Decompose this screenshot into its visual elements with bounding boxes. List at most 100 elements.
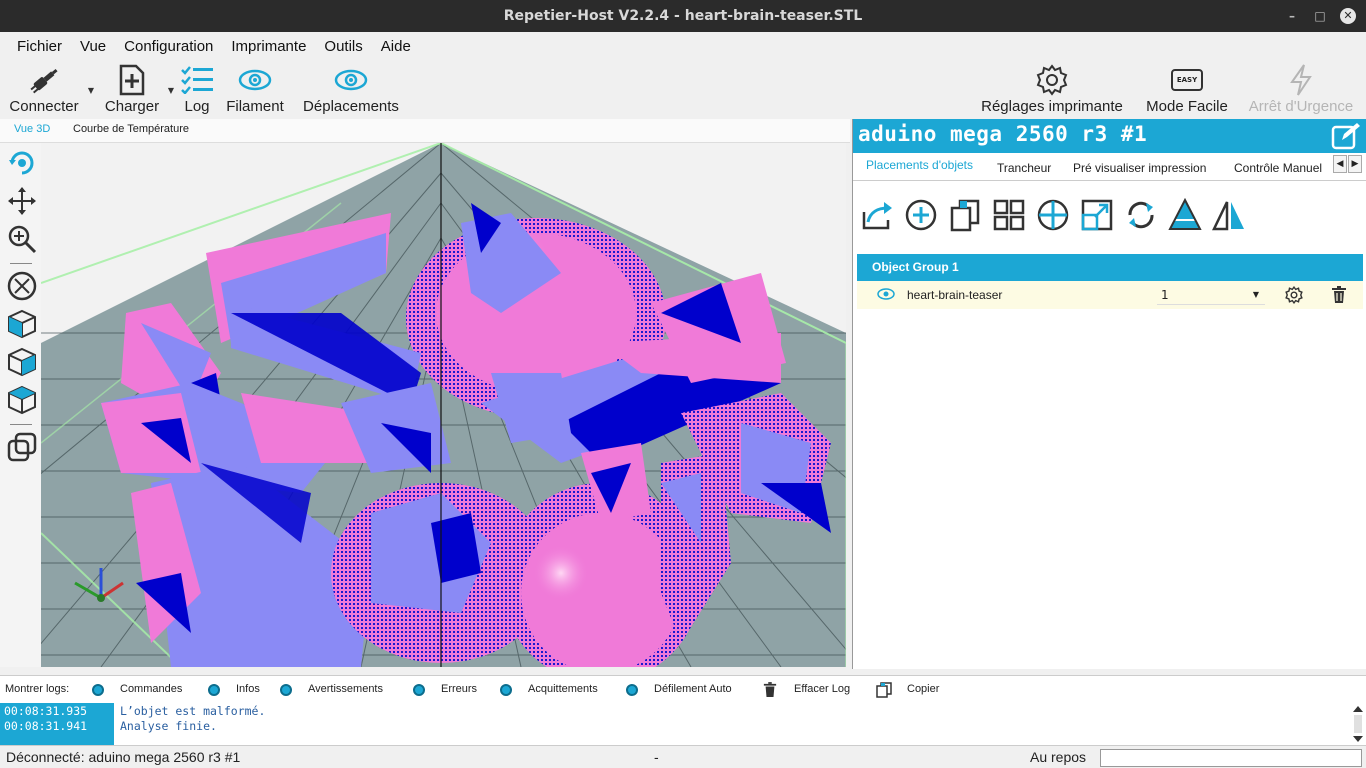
chevron-down-icon: ▼	[1252, 290, 1259, 299]
tools-divider	[10, 263, 32, 264]
rotate-view-icon[interactable]	[5, 146, 39, 180]
add-file-icon	[117, 64, 147, 96]
moves-button[interactable]: Déplacements	[298, 64, 404, 116]
infos-toggle[interactable]	[208, 684, 220, 696]
autoscroll-label: Défilement Auto	[654, 683, 732, 695]
tab-print-preview[interactable]: Pré visualiser impression	[1073, 161, 1206, 175]
minimize-icon[interactable]: –	[1284, 8, 1300, 24]
acks-label: Acquittements	[528, 683, 598, 695]
maximize-icon[interactable]: □	[1312, 8, 1328, 24]
log-toolbar: Montrer logs: Commandes Infos Avertissem…	[0, 675, 1366, 703]
warnings-toggle[interactable]	[280, 684, 292, 696]
copy-icon[interactable]	[876, 682, 892, 702]
eye-icon	[334, 64, 368, 96]
object-group-header[interactable]: Object Group 1	[857, 254, 1363, 281]
connect-dropdown-icon[interactable]: ▼	[88, 86, 94, 95]
menu-tools[interactable]: Outils	[315, 38, 371, 55]
easy-mode-button[interactable]: EASY Mode Facile	[1142, 64, 1232, 116]
tab-slicer[interactable]: Trancheur	[997, 161, 1051, 175]
checklist-icon	[180, 64, 214, 96]
object-name: heart-brain-teaser	[907, 288, 1003, 302]
cut-object-icon[interactable]	[1167, 197, 1203, 233]
emergency-stop-button[interactable]: Arrêt d'Urgence	[1242, 64, 1360, 116]
autoscroll-toggle[interactable]	[626, 684, 638, 696]
log-scrollbar[interactable]	[1352, 705, 1364, 743]
tab-scroll-right-icon[interactable]: ▶	[1348, 155, 1362, 173]
menu-help[interactable]: Aide	[372, 38, 420, 55]
show-logs-label: Montrer logs:	[5, 683, 70, 695]
autoplace-icon[interactable]	[991, 197, 1027, 233]
errors-toggle[interactable]	[413, 684, 425, 696]
move-view-icon[interactable]	[5, 184, 39, 218]
add-object-icon[interactable]	[903, 197, 939, 233]
printer-header: aduino mega 2560 r3 #1	[853, 119, 1366, 153]
progress-box	[1100, 749, 1362, 767]
right-panel: aduino mega 2560 r3 #1 Placements d'obje…	[852, 119, 1366, 669]
menu-bar: Fichier Vue Configuration Imprimante Out…	[0, 32, 1366, 60]
side-view-icon[interactable]	[5, 345, 39, 379]
connect-label: Connecter	[9, 98, 79, 115]
easy-badge: EASY	[1171, 69, 1203, 91]
tab-temperature-curve[interactable]: Courbe de Température	[73, 123, 189, 135]
warnings-label: Avertissements	[308, 683, 383, 695]
top-view-icon[interactable]	[5, 383, 39, 417]
eye-icon	[238, 64, 272, 96]
perspective-icon[interactable]	[5, 430, 39, 464]
filament-button[interactable]: Filament	[222, 64, 288, 116]
object-settings-gear-icon[interactable]	[1285, 285, 1303, 308]
commands-toggle[interactable]	[92, 684, 104, 696]
copy-object-icon[interactable]	[947, 197, 983, 233]
zoom-view-icon[interactable]	[5, 222, 39, 256]
tab-manual-control[interactable]: Contrôle Manuel	[1234, 161, 1322, 175]
menu-configuration[interactable]: Configuration	[115, 38, 222, 55]
3d-viewport[interactable]	[41, 143, 846, 667]
object-tools	[853, 181, 1366, 251]
tab-3d-view[interactable]: Vue 3D	[14, 123, 50, 135]
printer-state: Au repos	[1030, 749, 1087, 765]
menu-printer[interactable]: Imprimante	[222, 38, 315, 55]
delete-object-trash-icon[interactable]	[1331, 286, 1347, 308]
status-separator: -	[654, 749, 659, 765]
view-tools	[0, 143, 41, 667]
front-view-icon[interactable]	[5, 307, 39, 341]
load-dropdown-icon[interactable]: ▼	[168, 86, 174, 95]
export-icon[interactable]	[859, 197, 895, 233]
window-titlebar: Repetier-Host V2.2.4 - heart-brain-tease…	[0, 0, 1366, 32]
object-row[interactable]: heart-brain-teaser 1 ▼	[857, 281, 1363, 309]
connection-status: Déconnecté: aduino mega 2560 r3 #1	[6, 749, 241, 765]
tools-divider	[10, 424, 32, 425]
menu-view[interactable]: Vue	[71, 38, 115, 55]
fit-view-icon[interactable]	[5, 269, 39, 303]
load-label: Charger	[104, 98, 160, 115]
view-tabs: Vue 3D Courbe de Température	[0, 119, 850, 143]
mirror-object-icon[interactable]	[1211, 197, 1247, 233]
load-button[interactable]: Charger	[102, 64, 162, 116]
log-time: 00:08:31.935	[4, 704, 88, 718]
log-button[interactable]: Log	[178, 64, 216, 116]
menu-file[interactable]: Fichier	[8, 38, 71, 55]
connect-button[interactable]: Connecter	[6, 64, 82, 116]
log-label: Log	[184, 98, 210, 115]
printer-settings-label: Réglages imprimante	[981, 98, 1123, 115]
gear-icon	[1036, 64, 1068, 96]
object-count-select[interactable]: 1 ▼	[1157, 285, 1265, 305]
commands-label: Commandes	[120, 683, 183, 695]
tab-object-placement[interactable]: Placements d'objets	[866, 158, 973, 172]
rotate-object-icon[interactable]	[1123, 197, 1159, 233]
center-object-icon[interactable]	[1035, 197, 1071, 233]
printer-settings-button[interactable]: Réglages imprimante	[974, 64, 1130, 116]
log-area[interactable]: 00:08:31.935 L’objet est malformé. 00:08…	[0, 703, 1366, 745]
infos-label: Infos	[236, 683, 260, 695]
close-icon[interactable]: ✕	[1340, 8, 1356, 24]
scale-object-icon[interactable]	[1079, 197, 1115, 233]
edit-icon[interactable]	[1331, 122, 1361, 154]
tab-scroll-left-icon[interactable]: ◀	[1333, 155, 1347, 173]
easy-mode-label: Mode Facile	[1146, 98, 1228, 115]
easy-mode-icon: EASY	[1171, 64, 1203, 96]
copy-log-button[interactable]: Copier	[907, 683, 939, 695]
acks-toggle[interactable]	[500, 684, 512, 696]
clear-log-button[interactable]: Effacer Log	[794, 683, 850, 695]
trash-icon[interactable]	[763, 682, 777, 702]
visibility-eye-icon[interactable]	[877, 288, 895, 304]
filament-label: Filament	[226, 98, 284, 115]
